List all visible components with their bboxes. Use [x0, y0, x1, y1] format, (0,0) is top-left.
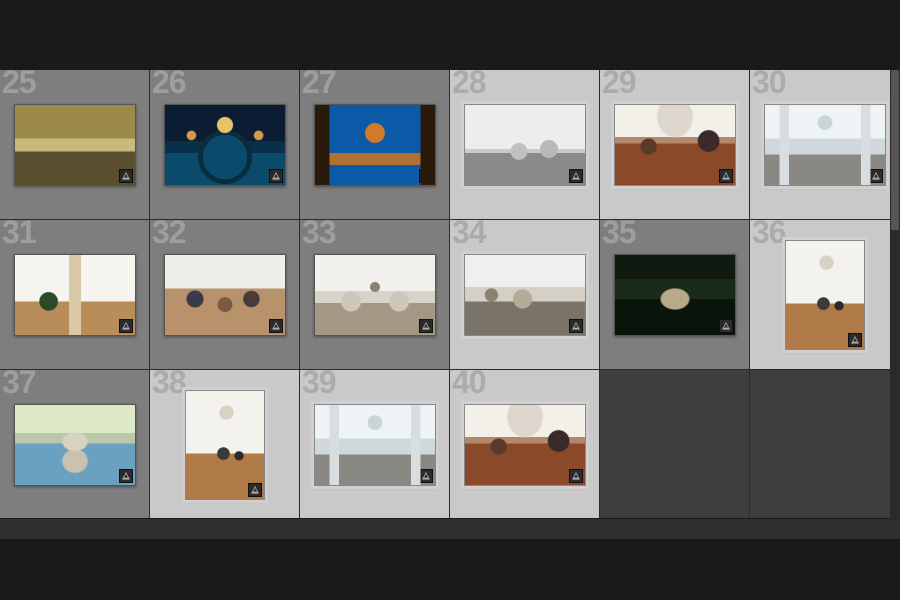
- photo-thumbnail[interactable]: [164, 104, 286, 186]
- photo-thumbnail[interactable]: [614, 254, 736, 336]
- thumbnail-cell[interactable]: 40: [450, 370, 600, 520]
- photo-thumbnail[interactable]: [14, 254, 136, 336]
- cell-index-label: 26: [152, 66, 186, 98]
- cell-index-label: 33: [302, 216, 336, 248]
- cell-index-label: 34: [452, 216, 486, 248]
- develop-adjust-icon: [419, 469, 433, 483]
- photo-thumbnail[interactable]: [14, 404, 136, 486]
- photo-thumbnail[interactable]: [785, 240, 865, 350]
- grid-scrollbar[interactable]: [890, 70, 900, 520]
- thumbnail-cell[interactable]: 25: [0, 70, 150, 220]
- cell-index-label: 36: [752, 216, 786, 248]
- develop-adjust-icon: [569, 319, 583, 333]
- photo-thumbnail[interactable]: [164, 254, 286, 336]
- thumbnail-cell[interactable]: 28: [450, 70, 600, 220]
- photo-thumbnail[interactable]: [314, 254, 436, 336]
- thumbnail-cell[interactable]: 36: [750, 220, 900, 370]
- thumbnail-cell[interactable]: 35: [600, 220, 750, 370]
- empty-cell: [750, 370, 900, 520]
- thumbnail-cell[interactable]: 32: [150, 220, 300, 370]
- cell-index-label: 37: [2, 366, 36, 398]
- develop-adjust-icon: [569, 469, 583, 483]
- photo-thumbnail[interactable]: [464, 104, 586, 186]
- photo-thumbnail[interactable]: [464, 404, 586, 486]
- photo-thumbnail[interactable]: [314, 104, 436, 186]
- cell-index-label: 31: [2, 216, 36, 248]
- photo-thumbnail[interactable]: [314, 404, 436, 486]
- photo-thumbnail[interactable]: [464, 254, 586, 336]
- develop-adjust-icon: [419, 319, 433, 333]
- develop-adjust-icon: [119, 169, 133, 183]
- photo-thumbnail[interactable]: [614, 104, 736, 186]
- cell-index-label: 35: [602, 216, 636, 248]
- thumbnail-cell[interactable]: 38: [150, 370, 300, 520]
- cell-index-label: 29: [602, 66, 636, 98]
- thumbnail-cell[interactable]: 33: [300, 220, 450, 370]
- thumbnail-cell[interactable]: 27: [300, 70, 450, 220]
- develop-adjust-icon: [848, 333, 862, 347]
- develop-adjust-icon: [869, 169, 883, 183]
- cell-index-label: 38: [152, 366, 186, 398]
- develop-adjust-icon: [719, 169, 733, 183]
- cell-index-label: 25: [2, 66, 36, 98]
- develop-adjust-icon: [419, 169, 433, 183]
- cell-index-label: 32: [152, 216, 186, 248]
- photo-thumbnail[interactable]: [185, 390, 265, 500]
- thumbnail-cell[interactable]: 31: [0, 220, 150, 370]
- develop-adjust-icon: [719, 319, 733, 333]
- thumbnail-cell[interactable]: 26: [150, 70, 300, 220]
- thumbnail-cell[interactable]: 39: [300, 370, 450, 520]
- empty-cell: [600, 370, 750, 520]
- cell-index-label: 27: [302, 66, 336, 98]
- develop-adjust-icon: [269, 169, 283, 183]
- develop-adjust-icon: [248, 483, 262, 497]
- thumbnail-cell[interactable]: 34: [450, 220, 600, 370]
- cell-index-label: 28: [452, 66, 486, 98]
- thumbnail-cell[interactable]: 29: [600, 70, 750, 220]
- cell-index-label: 30: [752, 66, 786, 98]
- photo-thumbnail[interactable]: [14, 104, 136, 186]
- cell-index-label: 39: [302, 366, 336, 398]
- thumbnail-grid[interactable]: 25262728293031323334353637383940: [0, 70, 900, 520]
- panel-divider[interactable]: [0, 518, 900, 540]
- thumbnail-cell[interactable]: 30: [750, 70, 900, 220]
- photo-thumbnail[interactable]: [764, 104, 886, 186]
- scrollbar-handle[interactable]: [891, 70, 899, 230]
- develop-adjust-icon: [569, 169, 583, 183]
- cell-index-label: 40: [452, 366, 486, 398]
- develop-adjust-icon: [119, 319, 133, 333]
- thumbnail-cell[interactable]: 37: [0, 370, 150, 520]
- develop-adjust-icon: [269, 319, 283, 333]
- develop-adjust-icon: [119, 469, 133, 483]
